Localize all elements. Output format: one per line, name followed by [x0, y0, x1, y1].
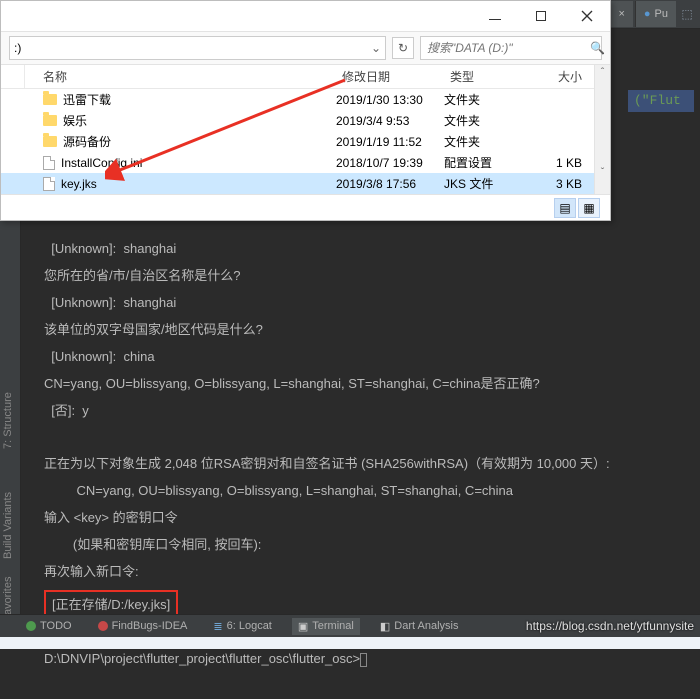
- tab-todo[interactable]: TODO: [20, 618, 78, 634]
- file-icon: [43, 177, 55, 191]
- tab-dart[interactable]: ◧Dart Analysis: [374, 618, 465, 635]
- column-headers: 名称 修改日期 类型 大小: [1, 65, 594, 89]
- header-date[interactable]: 修改日期: [336, 65, 444, 88]
- file-date: 2019/3/4 9:53: [336, 114, 444, 128]
- ide-tab-label: Pu: [655, 8, 668, 20]
- scrollbar[interactable]: ˆ ˬ: [594, 65, 610, 194]
- scroll-up-icon[interactable]: ˆ: [597, 67, 609, 79]
- file-row[interactable]: 迅雷下载 2019/1/30 13:30 文件夹: [1, 89, 594, 110]
- footer-strip: [0, 637, 700, 649]
- file-name: InstallConfig.ini: [61, 156, 142, 170]
- ide-tab-pu[interactable]: ●Pu: [635, 1, 676, 27]
- file-type: 配置设置: [444, 154, 526, 171]
- file-date: 2019/3/8 17:56: [336, 177, 444, 191]
- file-size: 3 KB: [526, 177, 594, 191]
- maximize-button[interactable]: [518, 1, 564, 31]
- ide-tab-1[interactable]: ×: [609, 1, 632, 27]
- tab-logcat[interactable]: ≣6: Logcat: [207, 618, 277, 635]
- file-date: 2019/1/30 13:30: [336, 93, 444, 107]
- header-type[interactable]: 类型: [444, 65, 526, 88]
- file-row[interactable]: 娱乐 2019/3/4 9:53 文件夹: [1, 110, 594, 131]
- address-bar[interactable]: :) ⌄: [9, 36, 386, 60]
- search-icon[interactable]: 🔍: [590, 41, 605, 55]
- file-type: 文件夹: [444, 133, 526, 150]
- panel-menu-icon[interactable]: ⬚: [678, 1, 696, 27]
- watermark: https://blog.csdn.net/ytfunnysite: [526, 619, 694, 633]
- code-selection: ("Flut: [628, 90, 694, 112]
- header-size[interactable]: 大小: [526, 65, 594, 88]
- side-structure[interactable]: 7: Structure: [2, 392, 14, 449]
- folder-icon: [43, 115, 57, 126]
- view-details-button[interactable]: ▤: [554, 198, 576, 218]
- path-text: :): [14, 41, 21, 55]
- chevron-down-icon[interactable]: ⌄: [371, 41, 381, 55]
- file-row[interactable]: InstallConfig.ini 2018/10/7 19:39 配置设置 1…: [1, 152, 594, 173]
- file-type: 文件夹: [444, 91, 526, 108]
- tab-terminal[interactable]: ▣Terminal: [292, 618, 360, 635]
- file-row[interactable]: 源码备份 2019/1/19 11:52 文件夹: [1, 131, 594, 152]
- refresh-button[interactable]: ↻: [392, 37, 414, 59]
- code-text: ("Flut: [634, 93, 681, 108]
- file-explorer-window: :) ⌄ ↻ 🔍 名称 修改日期 类型 大小 迅雷下载 2019/1/30 13…: [0, 0, 611, 221]
- view-icons-button[interactable]: ▦: [578, 198, 600, 218]
- file-name: key.jks: [61, 177, 97, 191]
- side-build-variants[interactable]: Build Variants: [2, 492, 14, 559]
- file-name: 源码备份: [63, 133, 111, 150]
- header-name[interactable]: 名称: [25, 65, 336, 88]
- file-name: 迅雷下载: [63, 91, 111, 108]
- minimize-button[interactable]: [472, 1, 518, 31]
- file-icon: [43, 156, 55, 170]
- tab-findbugs[interactable]: FindBugs-IDEA: [92, 618, 194, 634]
- search-box[interactable]: 🔍: [420, 36, 602, 60]
- file-name: 娱乐: [63, 112, 87, 129]
- file-type: JKS 文件: [444, 175, 526, 192]
- file-date: 2019/1/19 11:52: [336, 135, 444, 149]
- search-input[interactable]: [427, 41, 584, 55]
- file-size: 1 KB: [526, 156, 594, 170]
- file-type: 文件夹: [444, 112, 526, 129]
- folder-icon: [43, 136, 57, 147]
- file-date: 2018/10/7 19:39: [336, 156, 444, 170]
- close-button[interactable]: [564, 1, 610, 31]
- file-row[interactable]: key.jks 2019/3/8 17:56 JKS 文件 3 KB: [1, 173, 594, 194]
- scroll-down-icon[interactable]: ˬ: [597, 159, 609, 171]
- cursor: [360, 653, 367, 667]
- folder-icon: [43, 94, 57, 105]
